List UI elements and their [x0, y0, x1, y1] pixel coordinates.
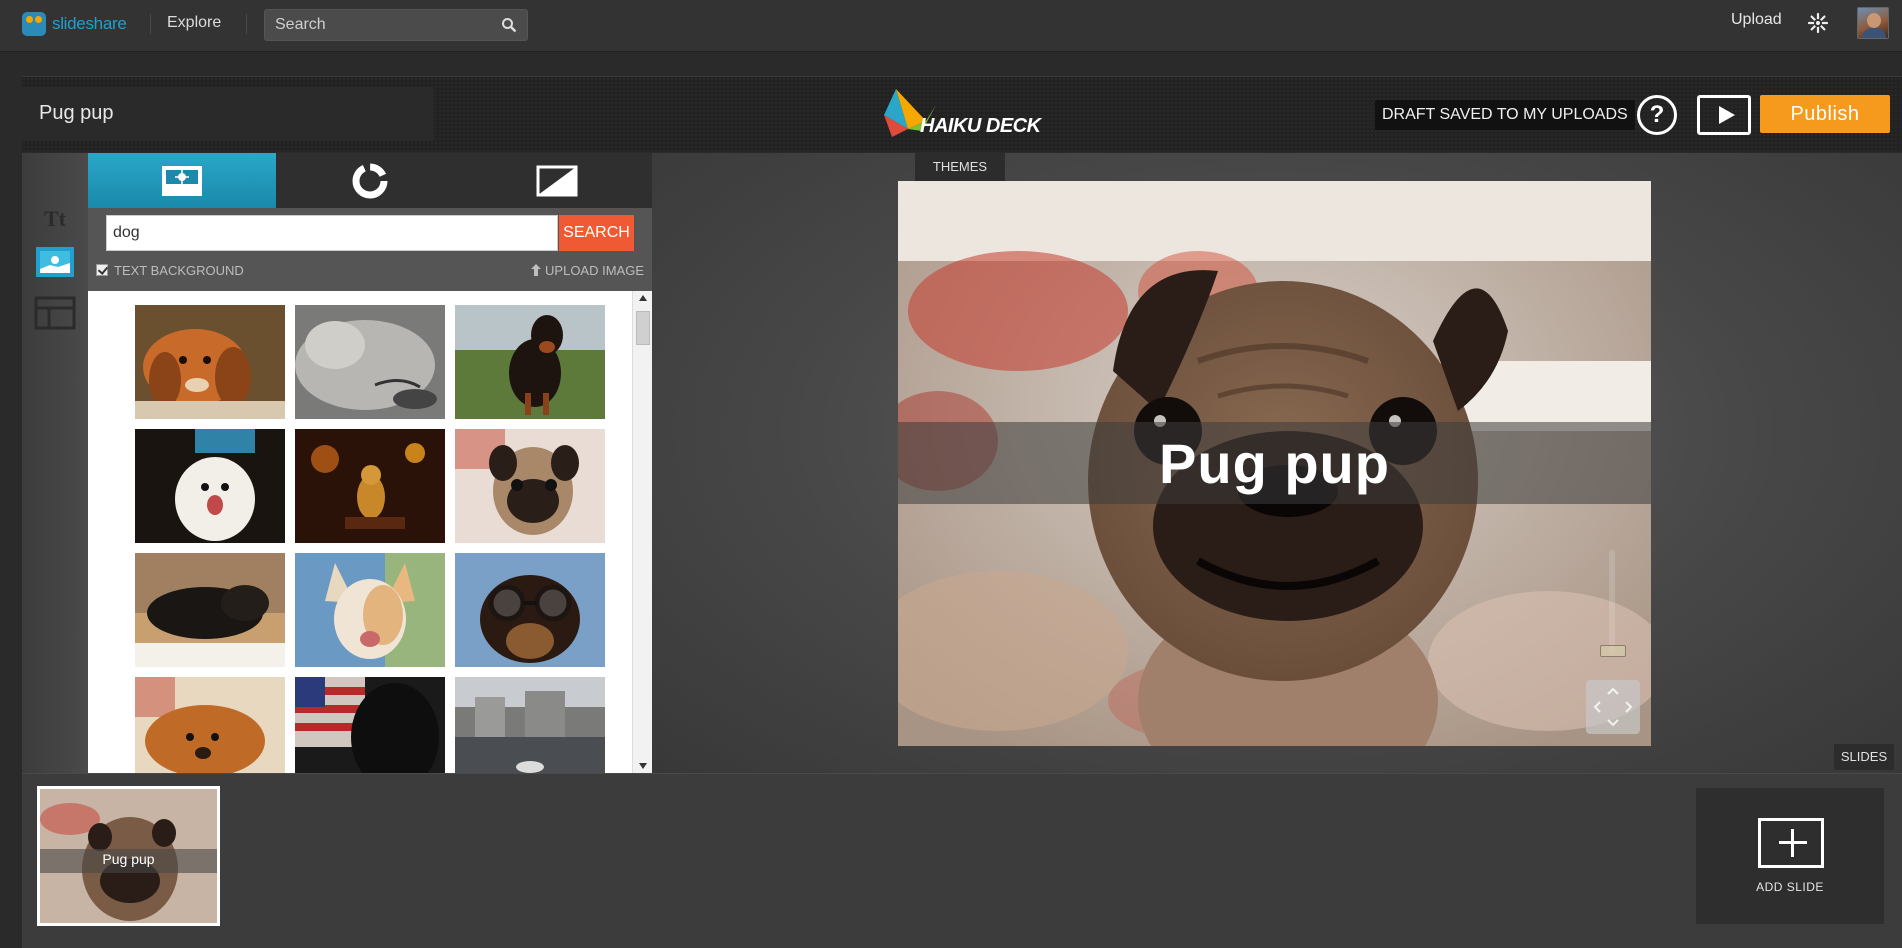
image-thumb-dog-with-flag[interactable] [295, 677, 445, 773]
text-background-label: TEXT BACKGROUND [114, 263, 244, 278]
image-thumb-black-dog-lying[interactable] [135, 553, 285, 667]
slideshare-logo-icon [22, 12, 46, 36]
topbar-divider [246, 14, 247, 34]
slideshare-logo[interactable]: slideshare [22, 12, 127, 36]
slide-title[interactable]: Pug pup [898, 431, 1651, 496]
scroll-down-icon[interactable] [639, 763, 647, 769]
image-search-row: SEARCH [106, 215, 634, 251]
image-search-input[interactable] [106, 215, 558, 251]
layout-tool-icon[interactable] [34, 295, 76, 331]
themes-tab[interactable]: THEMES [915, 153, 1005, 183]
panel-tabs [88, 153, 652, 208]
slides-tab[interactable]: SLIDES [1834, 744, 1894, 770]
topbar-divider [150, 14, 151, 34]
image-thumb-white-puppy[interactable] [135, 429, 285, 543]
zoom-slider-track[interactable] [1609, 550, 1615, 655]
image-thumb-sleeping-gray-dog[interactable] [295, 305, 445, 419]
help-button[interactable]: ? [1637, 95, 1677, 135]
image-thumb-cocker-spaniel[interactable] [135, 305, 285, 419]
tab-background[interactable] [464, 153, 652, 208]
image-options-row: TEXT BACKGROUND UPLOAD IMAGE [96, 261, 644, 281]
add-slide-label: ADD SLIDE [1756, 880, 1824, 894]
deck-title: Pug pup [39, 102, 114, 124]
editor-header: Pug pup HAIKU DECK DRAFT SAVED TO MY UPL… [22, 76, 1902, 152]
image-thumb-puppy-lights[interactable] [295, 429, 445, 543]
explore-link[interactable]: Explore [167, 14, 221, 32]
slide-canvas[interactable]: Pug pup [898, 181, 1651, 746]
left-toolbar: Tt [22, 153, 88, 773]
image-icon [162, 166, 202, 196]
site-search-input[interactable] [275, 16, 485, 34]
image-tool-icon[interactable] [34, 245, 76, 281]
slides-strip [22, 773, 1902, 948]
slide-thumbnail[interactable]: Pug pup [37, 786, 220, 926]
image-results-scrollbar[interactable] [632, 291, 652, 773]
scroll-thumb[interactable] [636, 311, 650, 345]
tab-images[interactable] [88, 153, 276, 208]
image-search-button[interactable]: SEARCH [559, 215, 634, 251]
text-tool-button[interactable]: Tt [34, 199, 76, 235]
upload-image-label: UPLOAD IMAGE [545, 263, 644, 278]
image-results [88, 291, 652, 773]
plus-icon [1758, 818, 1824, 868]
image-thumb-black-tan-dog-field[interactable] [455, 305, 605, 419]
upload-link[interactable]: Upload [1731, 11, 1782, 29]
haiku-deck-logo-text: HAIKU DECK [920, 115, 1041, 137]
slide-thumbnail-title: Pug pup [102, 851, 155, 867]
image-thumb-city-waterfront[interactable] [455, 677, 605, 773]
slideshare-topbar: slideshare Explore Upload [0, 0, 1902, 52]
image-panel: SEARCH TEXT BACKGROUND UPLOAD IMAGE [88, 153, 652, 773]
upload-image-button[interactable]: UPLOAD IMAGE [531, 263, 644, 278]
gear-icon[interactable] [1807, 12, 1829, 34]
background-color-icon [536, 165, 578, 197]
slideshare-logo-text: slideshare [52, 14, 127, 33]
site-search-box [264, 9, 528, 41]
user-avatar[interactable] [1857, 7, 1889, 39]
image-thumb-dog-with-glasses[interactable] [455, 553, 605, 667]
draft-status-badge: DRAFT SAVED TO MY UPLOADS [1375, 100, 1635, 130]
upload-arrow-icon [531, 264, 542, 276]
chart-icon [352, 163, 388, 199]
text-background-checkbox[interactable] [96, 264, 108, 276]
image-thumb-chihuahua[interactable] [295, 553, 445, 667]
search-icon[interactable] [501, 17, 517, 33]
zoom-slider-handle[interactable] [1600, 645, 1626, 657]
image-thumb-golden-dog-resting[interactable] [135, 677, 285, 773]
deck-title-field[interactable]: Pug pup [22, 87, 434, 141]
scroll-up-icon[interactable] [639, 295, 647, 301]
image-thumb-pug-puppy[interactable] [455, 429, 605, 543]
pan-arrows-icon[interactable] [1586, 680, 1640, 734]
tab-charts[interactable] [276, 153, 464, 208]
play-icon[interactable] [1697, 95, 1751, 135]
publish-button[interactable]: Publish [1760, 95, 1890, 133]
text-tool-label: Tt [44, 206, 66, 231]
add-slide-button[interactable]: ADD SLIDE [1696, 788, 1884, 924]
